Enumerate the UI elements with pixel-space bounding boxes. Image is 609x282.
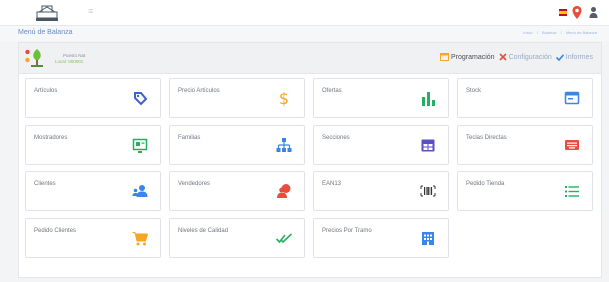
tile-label: Pedido Tienda [466, 181, 505, 187]
svg-text:$: $ [279, 89, 289, 107]
tile-vendedores[interactable]: Vendedores [169, 171, 305, 211]
tile-label: EAN13 [322, 181, 342, 187]
main-panel: Puesto Nat Local: 000001 Programación Co… [18, 42, 602, 278]
tile-pedido-clientes[interactable]: Pedido Clientes [25, 218, 161, 258]
tile-label: Familias [178, 135, 201, 141]
top-bar: ≡ [0, 0, 609, 26]
cart-icon [132, 232, 148, 246]
store-code: Local: 000001 [55, 59, 84, 64]
bar-chart-icon [422, 92, 435, 106]
tile-ean13[interactable]: EAN13 [313, 171, 449, 211]
dollar-icon: $ [279, 89, 289, 107]
programming-icon [439, 53, 449, 61]
stock-icon [564, 91, 580, 105]
double-check-icon [276, 233, 292, 244]
calendar-icon [421, 139, 435, 152]
location-pin-icon[interactable] [572, 6, 582, 19]
page-title: Menú de Balanza [18, 29, 73, 36]
store-status-icon [25, 49, 43, 67]
user-icon[interactable] [589, 6, 598, 19]
spain-flag-icon[interactable] [559, 9, 567, 16]
tile-secciones[interactable]: Secciones [313, 125, 449, 165]
seller-icon [277, 184, 291, 198]
configuration-button[interactable]: Configuración [498, 53, 552, 61]
counter-icon [132, 138, 148, 153]
sub-header: Menú de Balanza Inicio / Balanza / Menú … [0, 26, 609, 41]
users-icon [132, 185, 148, 197]
tile-label: Niveles de Calidad [178, 228, 229, 234]
tile-pedido-tienda[interactable]: Pedido Tienda [457, 171, 593, 211]
tile-label: Stock [466, 88, 482, 94]
programming-button[interactable]: Programación [439, 53, 495, 61]
tile-label: Precios Por Tramo [322, 228, 372, 234]
barcode-icon [420, 185, 436, 197]
tools-icon [498, 53, 507, 61]
tile-label: Teclas Directas [466, 135, 507, 141]
breadcrumb-item-home[interactable]: Inicio [523, 30, 532, 35]
keyboard-icon [565, 140, 579, 150]
list-icon [565, 186, 579, 197]
tile-label: Clientes [34, 181, 56, 187]
tile-precios-tramo[interactable]: Precios Por Tramo [313, 218, 449, 258]
logo[interactable] [34, 4, 60, 22]
tile-label: Ofertas [322, 88, 342, 94]
tile-articulos[interactable]: Artículos [25, 78, 161, 118]
breadcrumb-item-current: Menú de Balanza [565, 30, 597, 35]
tile-teclas-directas[interactable]: Teclas Directas [457, 125, 593, 165]
building-icon [422, 232, 434, 245]
tile-label: Mostradores [34, 135, 68, 141]
tile-label: Secciones [322, 135, 350, 141]
tile-niveles-calidad[interactable]: Niveles de Calidad [169, 218, 305, 258]
reports-button[interactable]: Informes [555, 53, 593, 61]
store-info-bar: Puesto Nat Local: 000001 Programación Co… [19, 43, 601, 74]
tile-label: Precio Artículos [178, 88, 220, 94]
tile-label: Artículos [34, 88, 58, 94]
breadcrumb: Inicio / Balanza / Menú de Balanza [523, 30, 597, 35]
store-name: Puesto Nat [63, 53, 86, 58]
sitemap-icon [276, 138, 292, 152]
tile-clientes[interactable]: Clientes [25, 171, 161, 211]
breadcrumb-item-balanza[interactable]: Balanza [542, 30, 556, 35]
tile-familias[interactable]: Familias [169, 125, 305, 165]
check-icon [555, 53, 564, 61]
tile-ofertas[interactable]: Ofertas [313, 78, 449, 118]
tile-mostradores[interactable]: Mostradores [25, 125, 161, 165]
tile-label: Pedido Clientes [34, 228, 77, 234]
tile-precio-articulos[interactable]: Precio Artículos $ [169, 78, 305, 118]
tag-icon [134, 92, 148, 106]
tile-stock[interactable]: Stock [457, 78, 593, 118]
tile-label: Vendedores [178, 181, 211, 187]
header-actions: Programación Configuración Informes [436, 53, 593, 61]
menu-toggle-icon[interactable]: ≡ [88, 6, 93, 16]
